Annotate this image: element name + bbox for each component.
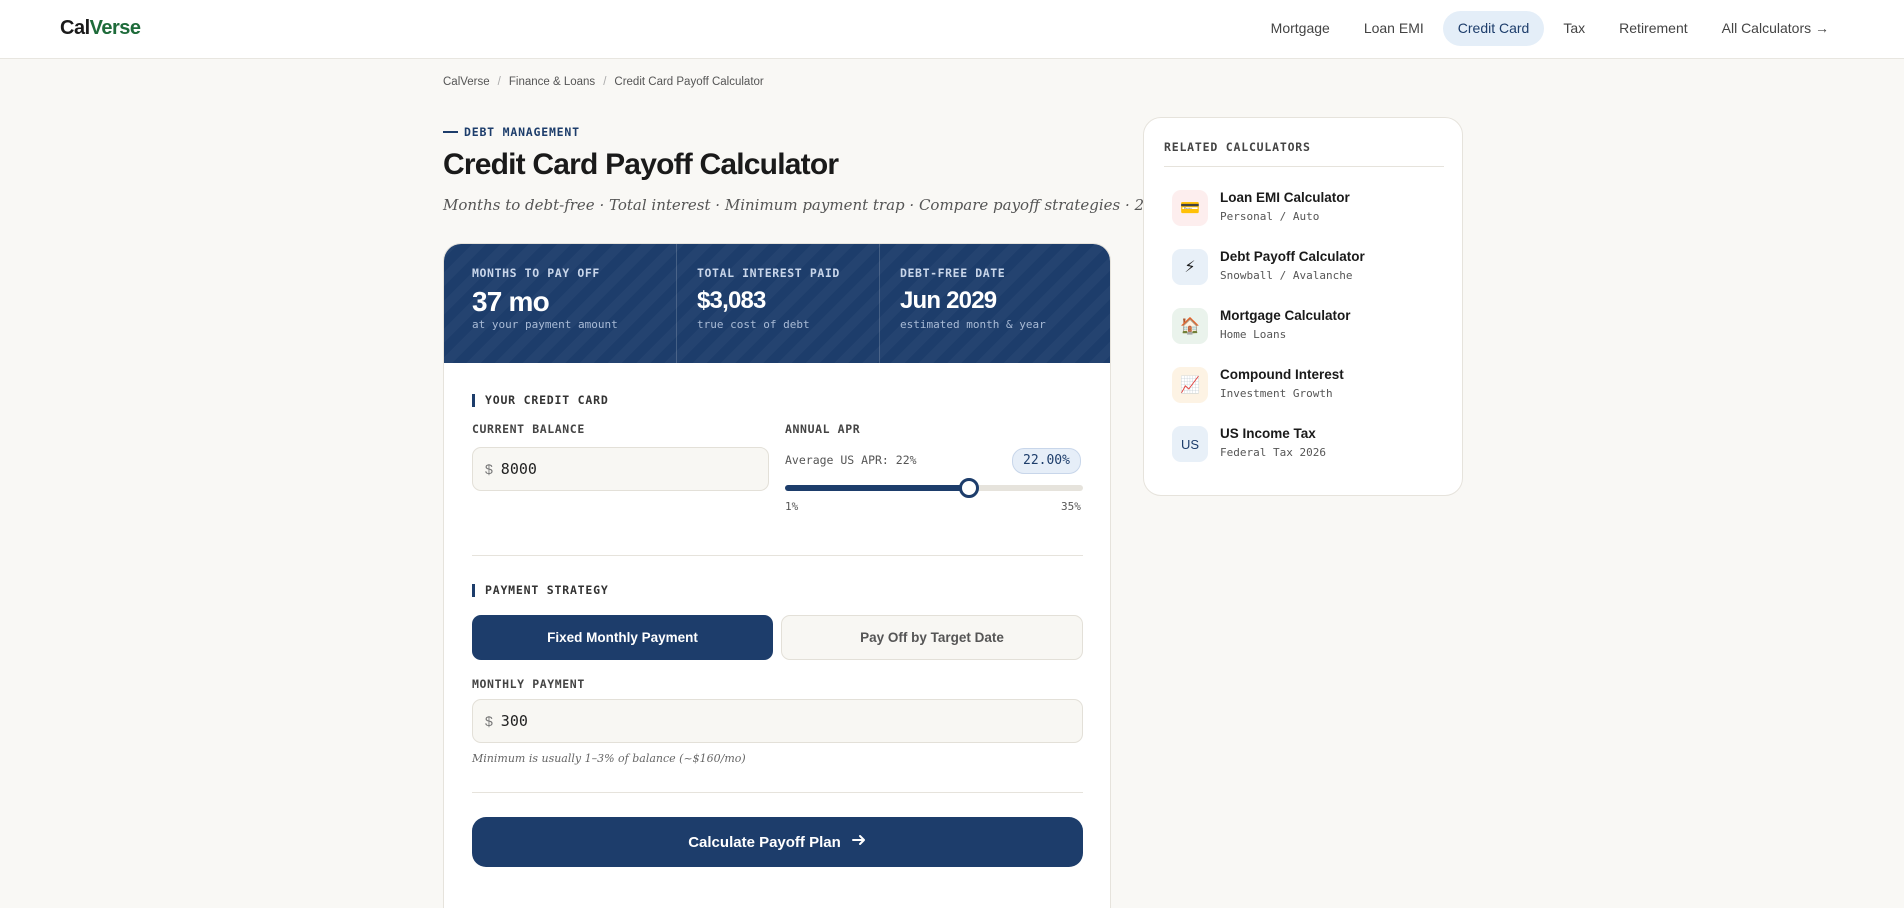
lightning-icon: ⚡	[1172, 249, 1208, 285]
divider	[472, 555, 1083, 556]
strategy-target-date-button[interactable]: Pay Off by Target Date	[781, 615, 1083, 660]
breadcrumb-separator: /	[603, 76, 607, 88]
arrow-right-icon	[851, 832, 867, 852]
balance-input[interactable]: $ 8000	[472, 447, 769, 491]
result-months: MONTHS TO PAY OFF 37 mo at your payment …	[472, 266, 618, 331]
calculate-payoff-button[interactable]: Calculate Payoff Plan	[472, 817, 1083, 867]
apr-average-note: Average US APR: 22%	[785, 453, 917, 467]
apr-max-label: 35%	[1061, 500, 1081, 513]
related-item-compound-interest[interactable]: 📈 Compound Interest Investment Growth	[1172, 365, 1442, 407]
chart-up-icon: 📈	[1172, 367, 1208, 403]
balance-label: CURRENT BALANCE	[472, 422, 585, 436]
related-item-debt-payoff[interactable]: ⚡ Debt Payoff Calculator Snowball / Aval…	[1172, 247, 1442, 289]
breadcrumb: CalVerse / Finance & Loans / Credit Card…	[443, 76, 764, 88]
result-debt-free-date: DEBT-FREE DATE Jun 2029 estimated month …	[879, 244, 1046, 363]
top-navbar: CalVerse Mortgage Loan EMI Credit Card T…	[0, 0, 1904, 59]
section-label-strategy: PAYMENT STRATEGY	[472, 584, 609, 597]
apr-min-label: 1%	[785, 500, 799, 513]
logo[interactable]: CalVerse	[60, 17, 141, 40]
related-item-loan-emi[interactable]: 💳 Loan EMI Calculator Personal / Auto	[1172, 188, 1442, 230]
breadcrumb-category[interactable]: Finance & Loans	[509, 76, 595, 88]
house-icon: 🏠	[1172, 308, 1208, 344]
credit-card-icon: 💳	[1172, 190, 1208, 226]
page-eyebrow: DEBT MANAGEMENT	[443, 125, 580, 139]
nav-mortgage[interactable]: Mortgage	[1256, 11, 1345, 46]
nav-loan-emi[interactable]: Loan EMI	[1349, 11, 1439, 46]
related-calculators-panel: RELATED CALCULATORS 💳 Loan EMI Calculato…	[1143, 117, 1463, 496]
apr-label: ANNUAL APR	[785, 422, 861, 436]
strategy-fixed-payment-button[interactable]: Fixed Monthly Payment	[472, 615, 773, 660]
page-title: Credit Card Payoff Calculator	[443, 148, 839, 181]
us-flag-icon: US	[1172, 426, 1208, 462]
nav-tax[interactable]: Tax	[1548, 11, 1600, 46]
monthly-payment-label: MONTHLY PAYMENT	[472, 677, 585, 691]
divider	[472, 792, 1083, 793]
monthly-payment-input[interactable]: $ 300	[472, 699, 1083, 743]
result-interest: TOTAL INTEREST PAID $3,083 true cost of …	[676, 244, 879, 363]
page-subtitle: Months to debt-free · Total interest · M…	[443, 196, 1173, 214]
breadcrumb-home[interactable]: CalVerse	[443, 76, 490, 88]
apr-value-badge: 22.00%	[1012, 448, 1081, 474]
main-nav: Mortgage Loan EMI Credit Card Tax Retire…	[1256, 11, 1844, 46]
section-label-credit-card: YOUR CREDIT CARD	[472, 394, 609, 407]
related-item-us-income-tax[interactable]: US US Income Tax Federal Tax 2026	[1172, 424, 1442, 466]
breadcrumb-current: Credit Card Payoff Calculator	[614, 76, 764, 88]
nav-credit-card[interactable]: Credit Card	[1442, 11, 1545, 46]
apr-slider-thumb[interactable]	[959, 478, 980, 498]
results-banner: MONTHS TO PAY OFF 37 mo at your payment …	[444, 244, 1110, 363]
apr-slider[interactable]	[785, 478, 1083, 498]
nav-retirement[interactable]: Retirement	[1604, 11, 1702, 46]
calculator-card: MONTHS TO PAY OFF 37 mo at your payment …	[443, 243, 1111, 908]
nav-all-calculators[interactable]: All Calculators →	[1707, 11, 1844, 46]
breadcrumb-separator: /	[497, 76, 501, 88]
eyebrow-dash	[443, 131, 458, 133]
related-title: RELATED CALCULATORS	[1164, 140, 1444, 167]
apr-slider-fill	[785, 485, 970, 491]
related-item-mortgage[interactable]: 🏠 Mortgage Calculator Home Loans	[1172, 306, 1442, 348]
minimum-payment-hint: Minimum is usually 1–3% of balance (~$16…	[472, 752, 746, 765]
